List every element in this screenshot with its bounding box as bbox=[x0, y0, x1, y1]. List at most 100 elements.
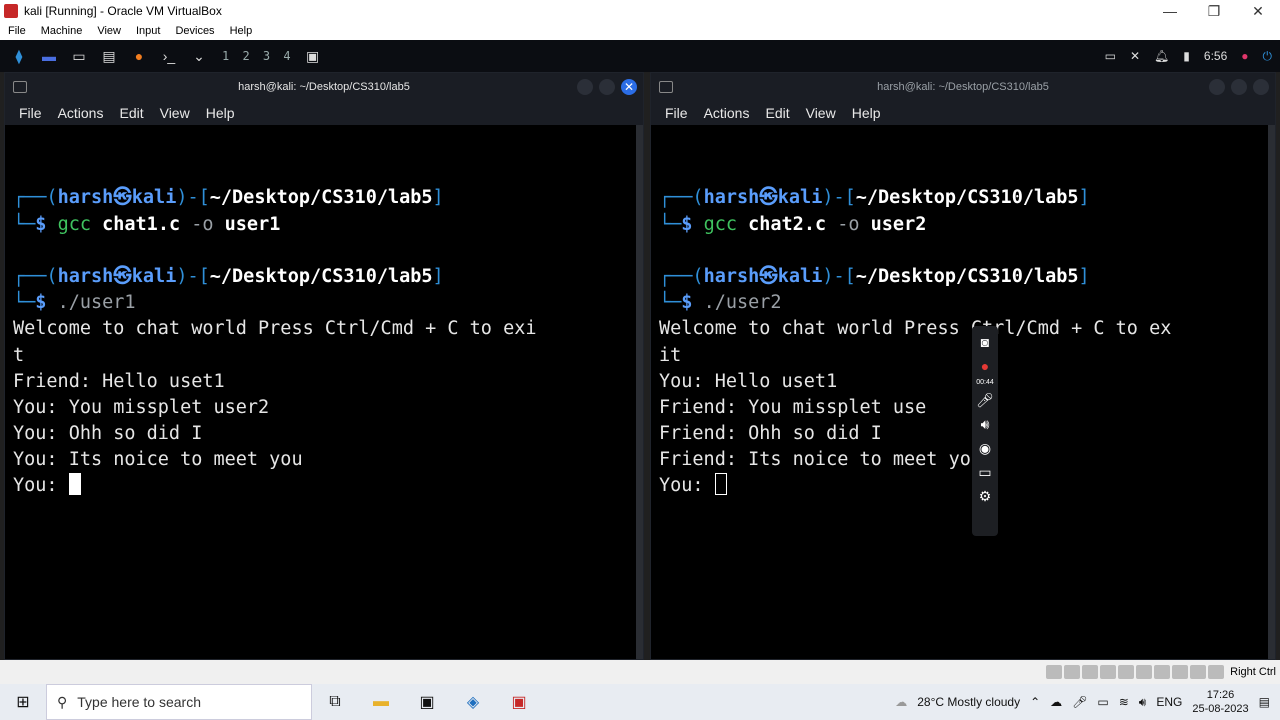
vbox-titlebar: kali [Running] - Oracle VM VirtualBox — … bbox=[0, 0, 1280, 22]
vbox-menu-devices[interactable]: Devices bbox=[175, 25, 214, 37]
terminal-menu-actions[interactable]: Actions bbox=[704, 105, 750, 121]
terminal-icon[interactable]: ›_ bbox=[158, 45, 180, 67]
minimize-icon[interactable] bbox=[577, 79, 593, 95]
display-status-icon[interactable] bbox=[1154, 665, 1171, 679]
weather-icon[interactable]: ☁ bbox=[895, 695, 907, 709]
terminal-menu-edit[interactable]: Edit bbox=[119, 105, 143, 121]
terminal-menu-edit[interactable]: Edit bbox=[765, 105, 789, 121]
chevron-down-icon[interactable]: ⌄ bbox=[188, 45, 210, 67]
shared-folder-status-icon[interactable] bbox=[1136, 665, 1153, 679]
output-line: Welcome to chat world Press Ctrl/Cmd + C… bbox=[659, 318, 1172, 340]
terminal-menu-view[interactable]: View bbox=[160, 105, 190, 121]
taskbar-search[interactable]: ⚲ Type here to search bbox=[46, 684, 312, 720]
close-icon[interactable]: ✕ bbox=[621, 79, 637, 95]
output-line: Welcome to chat world Press Ctrl/Cmd + C… bbox=[13, 318, 537, 340]
vbox-menu-help[interactable]: Help bbox=[230, 25, 253, 37]
terminal-menu-help[interactable]: Help bbox=[852, 105, 881, 121]
monitor-icon[interactable]: ▭ bbox=[1105, 49, 1116, 63]
show-desktop-icon[interactable]: ▬ bbox=[38, 45, 60, 67]
clock-date: 25-08-2023 bbox=[1192, 703, 1249, 715]
scrollbar[interactable] bbox=[1268, 125, 1275, 659]
task-view-icon[interactable]: ⧉ bbox=[312, 693, 358, 711]
terminal-menu-help[interactable]: Help bbox=[206, 105, 235, 121]
kali-menu-icon[interactable]: ⧫ bbox=[8, 45, 30, 67]
prompt-line: ┌──(harsh㉿kali)-[~/Desktop/CS310/lab5] bbox=[13, 265, 444, 287]
terminal-window-icon bbox=[13, 81, 27, 93]
cpu-status-icon[interactable] bbox=[1190, 665, 1207, 679]
chevron-up-icon[interactable]: ⌃ bbox=[1030, 695, 1040, 709]
command-line: └─$ ./user1 bbox=[13, 292, 136, 314]
network-status-icon[interactable] bbox=[1100, 665, 1117, 679]
battery-icon[interactable]: ▮ bbox=[1183, 49, 1190, 63]
microphone-icon[interactable]: 🎤︎ bbox=[976, 388, 994, 412]
vbox-menu-file[interactable]: File bbox=[8, 25, 26, 37]
mouse-integration-icon[interactable] bbox=[1208, 665, 1225, 679]
input-prompt: You: bbox=[13, 475, 69, 497]
speaker-icon[interactable]: 🔊︎ bbox=[981, 412, 990, 436]
optical-status-icon[interactable] bbox=[1064, 665, 1081, 679]
hdd-status-icon[interactable] bbox=[1046, 665, 1063, 679]
screen-recorder-taskbar-icon[interactable]: ▣ bbox=[496, 692, 542, 712]
bell-icon[interactable]: 🔔︎ bbox=[1154, 49, 1169, 63]
minimize-button[interactable]: — bbox=[1148, 3, 1192, 19]
webcam-icon[interactable]: ◉ bbox=[979, 436, 991, 460]
taskbar-clock[interactable]: 17:26 25-08-2023 bbox=[1192, 688, 1248, 716]
panel-clock[interactable]: 6:56 bbox=[1204, 49, 1227, 63]
mute-icon[interactable]: ✕ bbox=[1130, 49, 1140, 63]
cursor-outline bbox=[714, 473, 727, 496]
terminal-menu-file[interactable]: File bbox=[665, 105, 688, 121]
terminal-menu-actions[interactable]: Actions bbox=[58, 105, 104, 121]
terminal-output[interactable]: ┌──(harsh㉿kali)-[~/Desktop/CS310/lab5] └─… bbox=[5, 125, 643, 552]
input-line[interactable]: You: bbox=[13, 473, 643, 499]
terminal-taskbar-icon[interactable]: ▣ bbox=[302, 45, 324, 67]
terminal-window-left[interactable]: harsh@kali: ~/Desktop/CS310/lab5 ✕ File … bbox=[4, 72, 644, 660]
notification-icon[interactable]: ▤ bbox=[1259, 695, 1270, 709]
minimize-icon[interactable] bbox=[1209, 79, 1225, 95]
terminal-output[interactable]: ┌──(harsh㉿kali)-[~/Desktop/CS310/lab5] └─… bbox=[651, 125, 1275, 552]
text-editor-icon[interactable]: ▤ bbox=[98, 45, 120, 67]
close-icon[interactable] bbox=[1253, 79, 1269, 95]
recording-status-icon[interactable] bbox=[1172, 665, 1189, 679]
file-explorer-icon[interactable]: ▬ bbox=[358, 693, 404, 711]
restore-button[interactable]: ❐ bbox=[1192, 3, 1236, 20]
scrollbar[interactable] bbox=[636, 125, 643, 659]
terminal-menubar: File Actions Edit View Help bbox=[651, 101, 1275, 125]
gear-icon[interactable]: ⚙ bbox=[979, 484, 992, 508]
volume-icon[interactable]: 🔊︎ bbox=[1139, 695, 1147, 710]
input-line[interactable]: You: bbox=[659, 473, 1275, 499]
store-icon[interactable]: ▣ bbox=[404, 692, 450, 712]
close-button[interactable]: ✕ bbox=[1236, 3, 1280, 20]
window-icon[interactable]: ▭ bbox=[978, 460, 991, 484]
firefox-icon[interactable]: ● bbox=[128, 45, 150, 67]
terminal-titlebar[interactable]: harsh@kali: ~/Desktop/CS310/lab5 ✕ bbox=[5, 73, 643, 101]
microphone-tray-icon[interactable]: 🎤︎ bbox=[1072, 695, 1087, 709]
terminal-window-right[interactable]: harsh@kali: ~/Desktop/CS310/lab5 File Ac… bbox=[650, 72, 1276, 660]
usb-status-icon[interactable] bbox=[1118, 665, 1135, 679]
maximize-icon[interactable] bbox=[1231, 79, 1247, 95]
output-line: t bbox=[13, 344, 25, 366]
weather-text[interactable]: 28°C Mostly cloudy bbox=[917, 695, 1020, 709]
virtualbox-taskbar-icon[interactable]: ◈ bbox=[450, 692, 496, 712]
vbox-menu-view[interactable]: View bbox=[97, 25, 121, 37]
onedrive-icon[interactable]: ☁ bbox=[1050, 695, 1062, 709]
wifi-icon[interactable]: ≋ bbox=[1119, 695, 1129, 709]
terminal-titlebar[interactable]: harsh@kali: ~/Desktop/CS310/lab5 bbox=[651, 73, 1275, 101]
vbox-menu-machine[interactable]: Machine bbox=[41, 25, 83, 37]
output-line: it bbox=[659, 344, 682, 366]
clock-time: 17:26 bbox=[1206, 689, 1235, 701]
file-manager-icon[interactable]: ▭ bbox=[68, 45, 90, 67]
battery-tray-icon[interactable]: ▭ bbox=[1097, 695, 1108, 709]
lock-icon[interactable]: ● bbox=[1241, 49, 1248, 63]
record-icon[interactable]: ● bbox=[981, 354, 989, 378]
prompt-line: ┌──(harsh㉿kali)-[~/Desktop/CS310/lab5] bbox=[13, 187, 444, 209]
audio-status-icon[interactable] bbox=[1082, 665, 1099, 679]
vbox-menu-input[interactable]: Input bbox=[136, 25, 160, 37]
power-icon[interactable]: ⏻ bbox=[1263, 49, 1273, 64]
camera-icon[interactable]: ◙ bbox=[981, 330, 989, 354]
language-indicator[interactable]: ENG bbox=[1156, 695, 1182, 709]
terminal-menu-file[interactable]: File bbox=[19, 105, 42, 121]
workspace-switcher[interactable]: 1 2 3 4 bbox=[222, 49, 294, 63]
maximize-icon[interactable] bbox=[599, 79, 615, 95]
start-button[interactable]: ⊞ bbox=[0, 692, 46, 712]
terminal-menu-view[interactable]: View bbox=[806, 105, 836, 121]
